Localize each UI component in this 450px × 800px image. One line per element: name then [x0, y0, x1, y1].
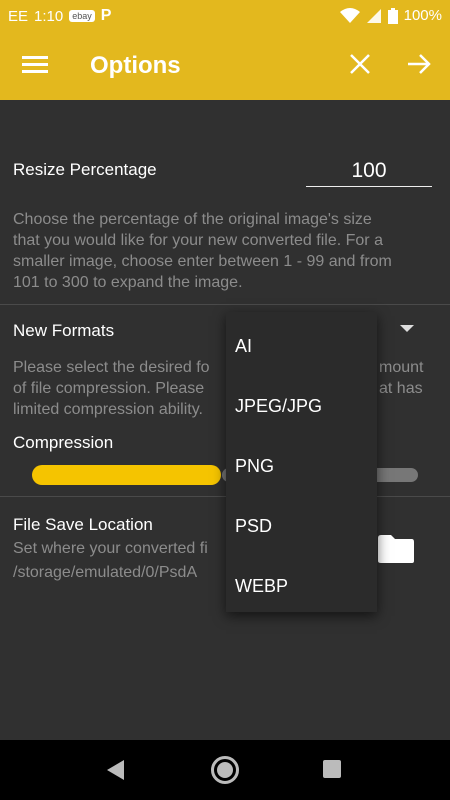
page-title: Options	[90, 52, 181, 79]
formats-description-line: Please select the desired fo	[13, 359, 210, 376]
divider	[0, 496, 450, 497]
resize-description: Choose the percentage of the original im…	[13, 209, 443, 293]
close-icon[interactable]	[348, 52, 372, 76]
status-left: EE 1:10 ebay P	[8, 7, 111, 25]
signal-icon	[366, 8, 381, 23]
format-dropdown-menu: AI JPEG/JPG PNG PSD WEBP	[226, 312, 377, 612]
ebay-notification-icon: ebay	[69, 10, 95, 22]
status-time: 1:10	[34, 7, 64, 25]
file-save-label: File Save Location	[13, 515, 153, 534]
app-bar: Options	[0, 32, 450, 100]
folder-icon[interactable]	[376, 532, 416, 564]
resize-percentage-input[interactable]: 100	[306, 156, 432, 187]
formats-description: Please select the desired fo of file com…	[13, 357, 233, 420]
compression-label: Compression	[13, 433, 114, 452]
battery-percent: 100%	[403, 7, 442, 24]
chevron-down-icon[interactable]	[400, 325, 414, 332]
dropdown-option-jpeg[interactable]: JPEG/JPG	[226, 372, 377, 432]
formats-description-fragment: at has	[379, 380, 423, 397]
arrow-forward-icon[interactable]	[406, 52, 432, 76]
formats-description-right: mount at has	[379, 357, 423, 399]
resize-description-line: smaller image, choose enter between 1 - …	[13, 253, 392, 270]
compression-slider-fill[interactable]	[32, 465, 221, 485]
home-icon-dot	[217, 762, 233, 778]
carrier-label: EE	[8, 7, 29, 25]
menu-icon[interactable]	[22, 54, 48, 76]
paypal-notification-icon: P	[100, 7, 112, 24]
resize-description-line: that you would like for your new convert…	[13, 232, 383, 249]
options-content: Resize Percentage 100 Choose the percent…	[0, 100, 450, 740]
file-save-description: Set where your converted fi	[13, 540, 208, 557]
navigation-bar	[0, 740, 450, 800]
dropdown-option-ai[interactable]: AI	[226, 312, 377, 372]
resize-description-line: Choose the percentage of the original im…	[13, 211, 372, 228]
status-bar: EE 1:10 ebay P 100%	[0, 0, 450, 32]
formats-description-line: of file compression. Please	[13, 380, 205, 397]
back-icon[interactable]	[107, 760, 124, 780]
divider	[0, 304, 450, 305]
new-formats-label: New Formats	[13, 321, 115, 340]
battery-icon	[387, 7, 398, 24]
dropdown-option-png[interactable]: PNG	[226, 432, 377, 492]
resize-label: Resize Percentage	[13, 160, 157, 179]
dropdown-option-webp[interactable]: WEBP	[226, 552, 377, 612]
formats-description-fragment: mount	[379, 359, 424, 376]
recents-icon[interactable]	[323, 760, 341, 778]
resize-description-line: 101 to 300 to expand the image.	[13, 274, 243, 291]
file-save-path: /storage/emulated/0/PsdA	[13, 564, 198, 581]
wifi-icon	[339, 7, 360, 23]
dropdown-option-psd[interactable]: PSD	[226, 492, 377, 552]
status-right: 100%	[339, 7, 442, 24]
formats-description-line: limited compression ability.	[13, 401, 203, 418]
